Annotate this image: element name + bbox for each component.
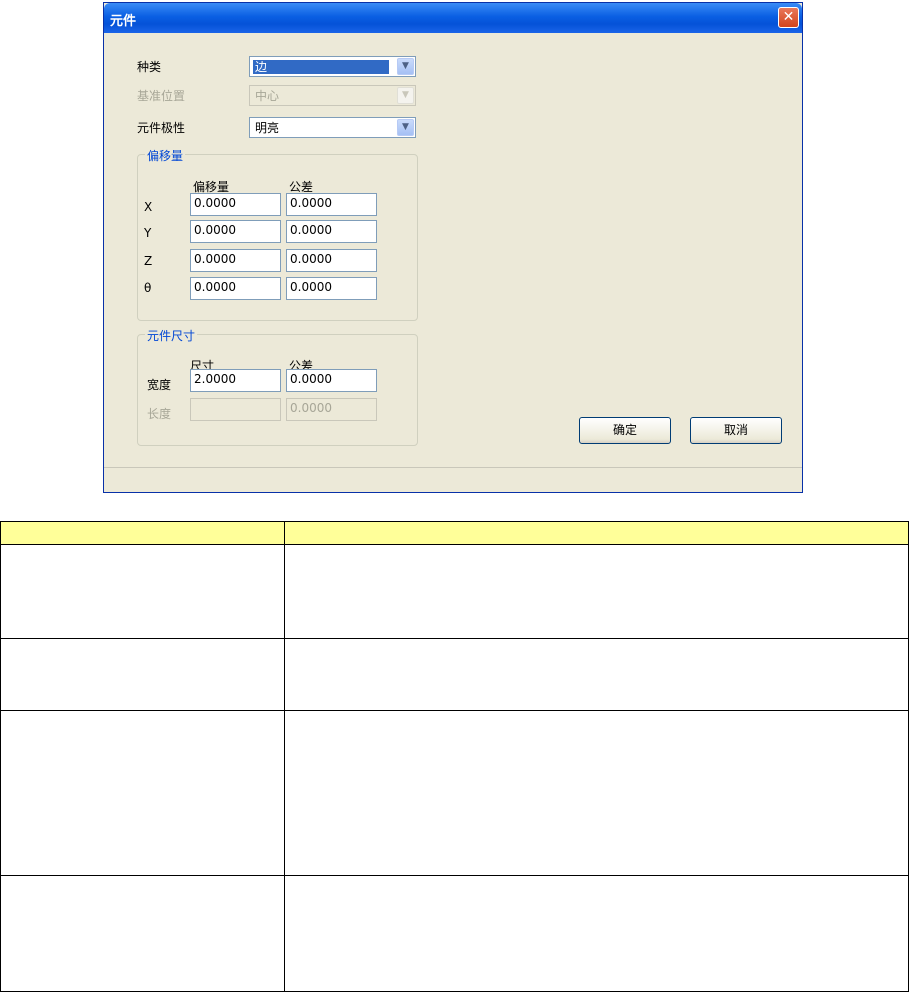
close-button[interactable]: ✕ [778,7,799,28]
chevron-down-icon[interactable]: ▼ [397,58,414,75]
type-select-value: 边 [253,60,389,74]
tolerance-y-input[interactable]: 0.0000 [286,220,377,243]
table-cell [284,544,909,639]
table-header-cell [284,521,909,545]
offset-y-input[interactable]: 0.0000 [190,220,281,243]
status-bar [104,467,802,492]
reference-label: 基准位置 [137,89,186,103]
chevron-down-icon[interactable]: ▼ [397,119,414,136]
polarity-label: 元件极性 [137,121,186,135]
component-dialog: 元件 ✕ 种类 边 ▼ 基准位置 中心 ▼ 元件极性 明亮 ▼ 偏移量 偏移量 … [103,2,803,493]
type-select[interactable]: 边 ▼ [249,56,416,77]
reference-select-value: 中心 [255,89,280,103]
title-bar[interactable]: 元件 ✕ [104,3,802,33]
table-cell [0,638,285,711]
table-row [0,875,909,992]
polarity-select[interactable]: 明亮 ▼ [249,117,416,138]
ok-button[interactable]: 确定 [579,417,671,444]
table-cell [0,875,285,992]
length-label: 长度 [147,407,172,421]
width-tolerance-input[interactable]: 0.0000 [286,369,377,392]
width-input[interactable]: 2.0000 [190,369,281,392]
table-row [0,544,909,639]
table-cell [284,875,909,992]
polarity-select-value: 明亮 [255,121,280,135]
length-tolerance-input: 0.0000 [286,398,377,421]
offset-z-input[interactable]: 0.0000 [190,249,281,272]
table-row [0,710,909,876]
table-cell [0,710,285,876]
dialog-title: 元件 [110,14,137,29]
table-cell [0,544,285,639]
table-header-row [0,521,909,545]
type-label: 种类 [137,60,162,74]
width-label: 宽度 [147,378,172,392]
axis-y-label: Y [144,226,152,240]
table-row [0,638,909,711]
offset-x-input[interactable]: 0.0000 [190,193,281,216]
reference-select: 中心 ▼ [249,85,416,106]
size-group-title: 元件尺寸 [145,327,198,344]
axis-theta-label: θ [144,281,152,295]
length-input [190,398,281,421]
table-header-cell [0,521,285,545]
axis-z-label: Z [144,254,153,268]
chevron-down-icon: ▼ [397,87,414,104]
table-cell [284,638,909,711]
table-cell [284,710,909,876]
description-table [0,521,909,992]
offset-group-title: 偏移量 [145,147,186,164]
tolerance-x-input[interactable]: 0.0000 [286,193,377,216]
tolerance-theta-input[interactable]: 0.0000 [286,277,377,300]
axis-x-label: X [144,200,153,214]
close-icon: ✕ [782,9,795,25]
tolerance-z-input[interactable]: 0.0000 [286,249,377,272]
cancel-button[interactable]: 取消 [690,417,782,444]
offset-theta-input[interactable]: 0.0000 [190,277,281,300]
